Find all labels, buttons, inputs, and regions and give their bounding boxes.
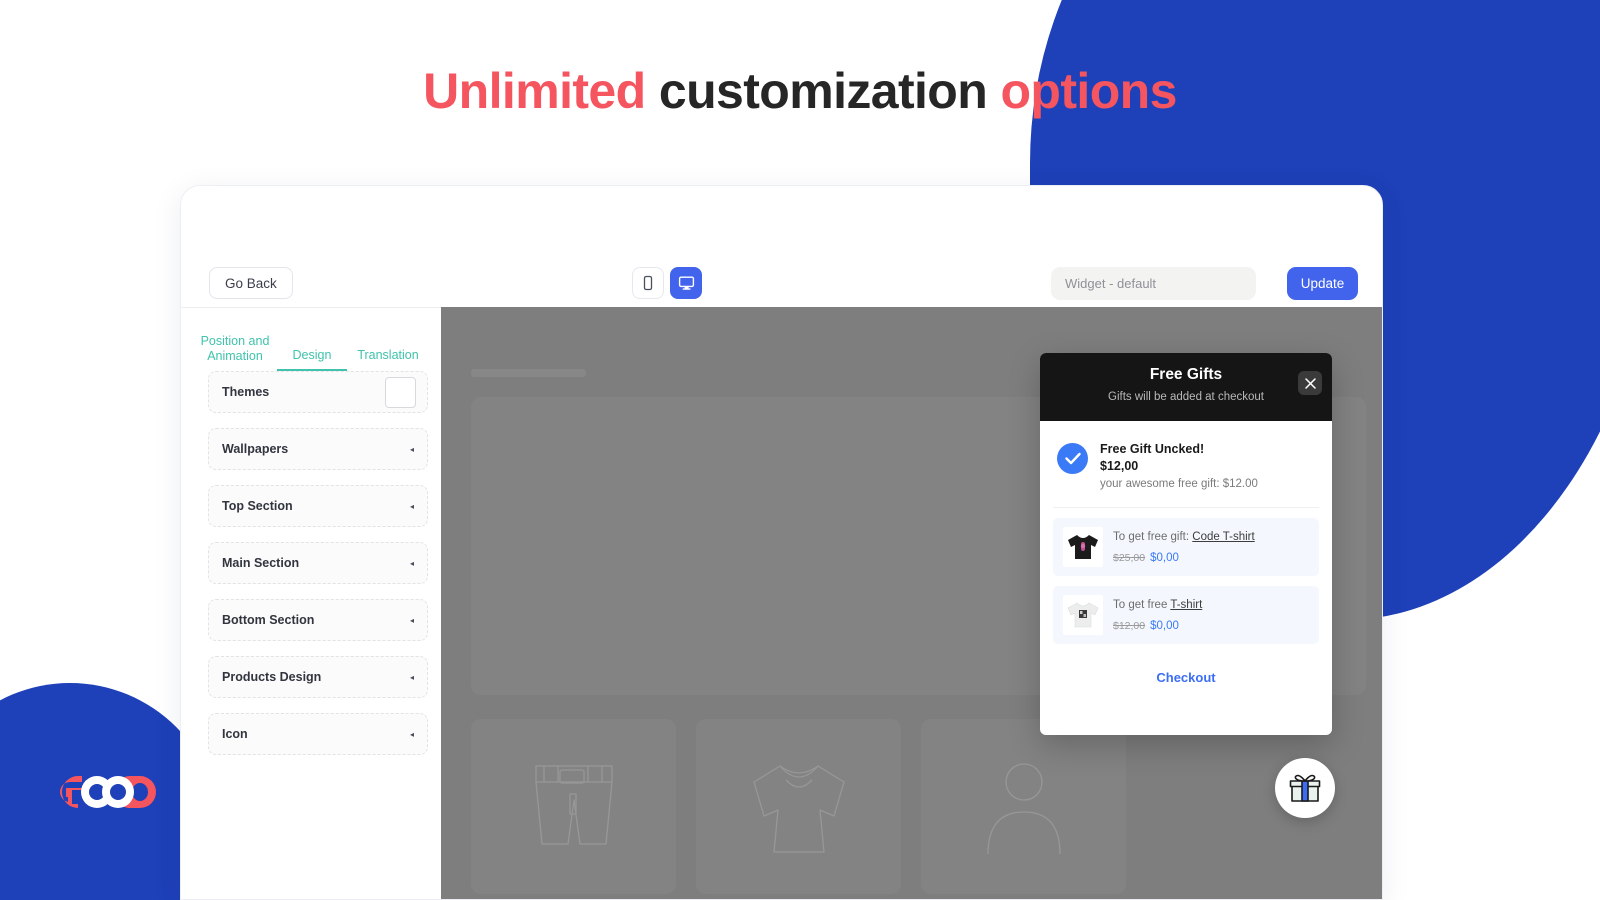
white-tshirt-icon <box>1067 602 1099 628</box>
checkout-label: Checkout <box>1156 670 1216 685</box>
headline-part-1: Unlimited <box>423 63 659 119</box>
chevron-left-icon: ◂ <box>409 558 414 568</box>
free-gifts-title: Free Gifts <box>1149 366 1223 383</box>
accordion-item-products-design[interactable]: Products Design ◂ <box>208 656 428 698</box>
preview-product-card <box>696 719 901 894</box>
accordion-item-themes-label: Themes <box>222 385 270 399</box>
mobile-preview-button[interactable] <box>632 267 664 299</box>
gift-product-label: To get free gift: <box>1113 531 1193 543</box>
gift-product-new-price: $0,00 <box>1150 552 1179 564</box>
gift-product-link[interactable]: Code T-shirt <box>1192 531 1254 543</box>
device-preview-toggle <box>632 267 702 299</box>
tab-design-label: Design <box>292 348 332 362</box>
desktop-preview-button[interactable] <box>670 267 702 299</box>
tab-design[interactable]: Design <box>277 333 347 371</box>
unlocked-gift-text: Free Gift Uncked! $12,00 your awesome fr… <box>1100 441 1258 492</box>
gift-product-new-price: $0,00 <box>1150 620 1179 632</box>
go-back-button[interactable]: Go Back <box>209 267 293 299</box>
free-gifts-subtitle: Gifts will be added at checkout <box>1108 391 1264 403</box>
accordion-item-top-section-label: Top Section <box>222 499 293 513</box>
chevron-left-icon: ◂ <box>409 672 414 682</box>
desktop-icon <box>678 276 694 290</box>
unlocked-gift-name: Free Gift Uncked! <box>1100 442 1205 456</box>
headline-part-2: customization <box>658 63 1001 119</box>
chevron-left-icon: ◂ <box>409 615 414 625</box>
close-button[interactable] <box>1298 371 1322 395</box>
gift-floating-button[interactable] <box>1275 758 1335 818</box>
gift-product-line: To get free T-shirt <box>1113 595 1202 614</box>
headline-part-3: options <box>1000 63 1177 119</box>
gift-product-row[interactable]: To get free T-shirt $12,00 $0,00 <box>1053 586 1319 644</box>
black-tshirt-thumbnail <box>1063 527 1103 567</box>
gift-product-link[interactable]: T-shirt <box>1170 599 1202 611</box>
tab-translation-label: Translation <box>357 348 419 362</box>
preview-product-cards <box>471 719 1126 894</box>
accordion-item-bottom-section[interactable]: Bottom Section ◂ <box>208 599 428 641</box>
accordion-item-wallpapers-label: Wallpapers <box>222 442 289 456</box>
free-gifts-body: Free Gift Uncked! $12,00 your awesome fr… <box>1040 421 1332 685</box>
unlocked-gift-row: Free Gift Uncked! $12,00 your awesome fr… <box>1053 431 1319 508</box>
gift-product-line: To get free gift: Code T-shirt <box>1113 527 1255 546</box>
close-icon <box>1304 377 1316 389</box>
settings-sidebar: Position and Animation Design Translatio… <box>181 307 441 899</box>
accordion-item-main-section[interactable]: Main Section ◂ <box>208 542 428 584</box>
shorts-illustration <box>534 765 613 845</box>
unlocked-gift-price: $12,00 <box>1100 459 1139 473</box>
chevron-left-icon: ◂ <box>409 501 414 511</box>
black-tshirt-icon <box>1068 535 1098 559</box>
gift-product-prices: $12,00 $0,00 <box>1113 616 1202 635</box>
accordion-item-top-section[interactable]: Top Section ◂ <box>208 485 428 527</box>
accordion-item-main-section-label: Main Section <box>222 556 300 570</box>
person-illustration <box>986 763 1061 855</box>
accordion-item-icon[interactable]: Icon ◂ <box>208 713 428 755</box>
gift-product-label: To get free <box>1113 599 1171 611</box>
check-icon <box>1057 443 1088 474</box>
page-headline: Unlimited customization options <box>0 58 1600 124</box>
page-root: Unlimited customization options Go Back <box>0 0 1600 900</box>
preview-product-card <box>921 719 1126 894</box>
app-toolbar: Go Back Widget - default Update <box>181 186 1382 307</box>
gift-product-text: To get free gift: Code T-shirt $25,00 $0,… <box>1113 527 1255 567</box>
preview-product-card <box>471 719 676 894</box>
tab-position-and-animation[interactable]: Position and Animation <box>193 319 277 371</box>
accordion-item-bottom-section-label: Bottom Section <box>222 613 315 627</box>
go-back-label: Go Back <box>225 275 277 291</box>
gift-product-prices: $25,00 $0,00 <box>1113 548 1255 567</box>
brand-logo <box>52 772 167 817</box>
accordion-item-wallpapers[interactable]: Wallpapers ◂ <box>208 428 428 470</box>
accordion-item-icon-label: Icon <box>222 727 248 741</box>
checkout-link[interactable]: Checkout <box>1053 670 1319 685</box>
accordion-item-themes[interactable]: Themes <box>208 371 428 413</box>
free-gifts-header: Free Gifts Gifts will be added at checko… <box>1040 353 1332 421</box>
gift-product-old-price: $25,00 <box>1113 552 1146 564</box>
chevron-left-icon: ◂ <box>409 729 414 739</box>
tab-position-and-animation-label: Position and Animation <box>200 334 270 363</box>
sweater-illustration <box>752 765 845 853</box>
settings-tabs: Position and Animation Design Translatio… <box>193 319 429 371</box>
white-tshirt-thumbnail <box>1063 595 1103 635</box>
accordion-item-products-design-label: Products Design <box>222 670 322 684</box>
gift-icon <box>1289 774 1321 802</box>
chevron-left-icon: ◂ <box>409 444 414 454</box>
widget-select-value: Widget - default <box>1065 276 1157 291</box>
design-accordion: Themes Wallpapers ◂ Top Section ◂ Main S… <box>208 371 428 770</box>
update-label: Update <box>1300 276 1345 291</box>
preview-placeholder-title <box>471 369 586 377</box>
free-gifts-panel: Free Gifts Gifts will be added at checko… <box>1040 353 1332 735</box>
mobile-icon <box>643 275 653 291</box>
gift-product-row[interactable]: To get free gift: Code T-shirt $25,00 $0,… <box>1053 518 1319 576</box>
themes-thumbnail-icon <box>385 377 416 408</box>
gift-product-old-price: $12,00 <box>1113 620 1146 632</box>
gift-product-text: To get free T-shirt $12,00 $0,00 <box>1113 595 1202 635</box>
widget-select[interactable]: Widget - default <box>1051 267 1256 300</box>
unlocked-gift-description: your awesome free gift: $12.00 <box>1100 478 1258 490</box>
tab-translation[interactable]: Translation <box>347 333 429 370</box>
update-button[interactable]: Update <box>1287 267 1358 300</box>
